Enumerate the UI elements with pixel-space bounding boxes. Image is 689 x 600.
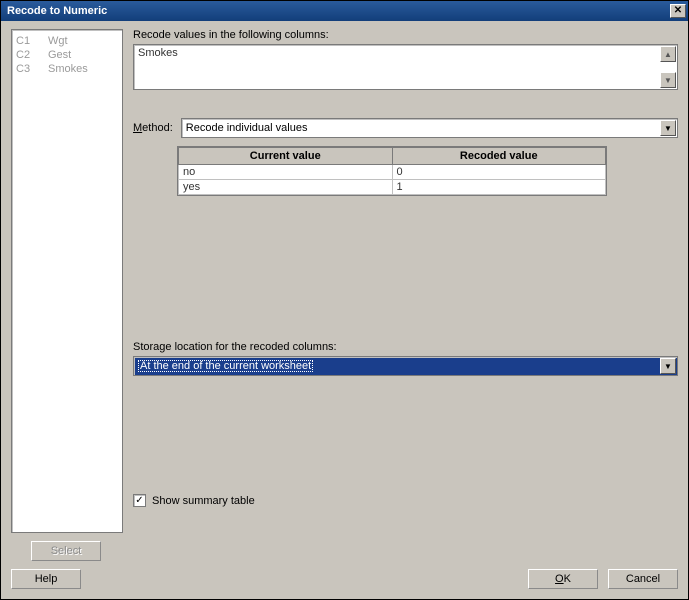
column-name: Gest <box>48 48 71 62</box>
window-title: Recode to Numeric <box>7 5 107 17</box>
chevron-down-icon[interactable]: ▼ <box>660 358 676 374</box>
titlebar: Recode to Numeric ✕ <box>1 1 688 21</box>
ok-button[interactable]: OK <box>528 569 598 589</box>
table-header-recoded: Recoded value <box>392 148 606 165</box>
table-row: yes 1 <box>179 180 606 195</box>
check-icon: ✓ <box>135 496 143 506</box>
storage-value: At the end of the current worksheet <box>138 360 313 372</box>
cancel-button[interactable]: Cancel <box>608 569 678 589</box>
table-row: no 0 <box>179 165 606 180</box>
column-id: C2 <box>16 48 36 62</box>
dialog-recode-to-numeric: Recode to Numeric ✕ C1 Wgt C2 Gest C3 <box>0 0 689 600</box>
recode-columns-value: Smokes <box>138 47 178 59</box>
list-item[interactable]: C2 Gest <box>16 48 118 62</box>
scroll-down-icon[interactable]: ▼ <box>660 72 676 88</box>
table-header-current: Current value <box>179 148 393 165</box>
method-label: Method: <box>133 122 173 134</box>
method-select[interactable]: Recode individual values ▼ <box>181 118 678 138</box>
show-summary-label: Show summary table <box>152 495 255 507</box>
cell-current[interactable]: yes <box>179 180 393 195</box>
cell-current[interactable]: no <box>179 165 393 180</box>
dialog-footer: Help OK Cancel <box>11 561 678 589</box>
recode-columns-label: Recode values in the following columns: <box>133 29 678 41</box>
method-value: Recode individual values <box>186 122 308 134</box>
scroll-up-icon[interactable]: ▲ <box>660 46 676 62</box>
column-id: C3 <box>16 62 36 76</box>
cell-recoded[interactable]: 0 <box>392 165 606 180</box>
column-id: C1 <box>16 34 36 48</box>
close-button[interactable]: ✕ <box>670 4 686 18</box>
select-button[interactable]: Select <box>31 541 101 561</box>
available-columns-list[interactable]: C1 Wgt C2 Gest C3 Smokes <box>11 29 123 533</box>
help-button[interactable]: Help <box>11 569 81 589</box>
recode-columns-input[interactable]: Smokes ▲ ▼ <box>133 44 678 90</box>
close-icon: ✕ <box>674 6 682 16</box>
column-name: Wgt <box>48 34 68 48</box>
list-item[interactable]: C1 Wgt <box>16 34 118 48</box>
column-name: Smokes <box>48 62 88 76</box>
list-item[interactable]: C3 Smokes <box>16 62 118 76</box>
cell-recoded[interactable]: 1 <box>392 180 606 195</box>
recode-table: Current value Recoded value no 0 yes <box>177 146 607 196</box>
dialog-body: C1 Wgt C2 Gest C3 Smokes Select <box>1 21 688 599</box>
show-summary-checkbox[interactable]: ✓ <box>133 494 146 507</box>
storage-label: Storage location for the recoded columns… <box>133 341 678 353</box>
chevron-down-icon[interactable]: ▼ <box>660 120 676 136</box>
storage-select[interactable]: At the end of the current worksheet ▼ <box>133 356 678 376</box>
